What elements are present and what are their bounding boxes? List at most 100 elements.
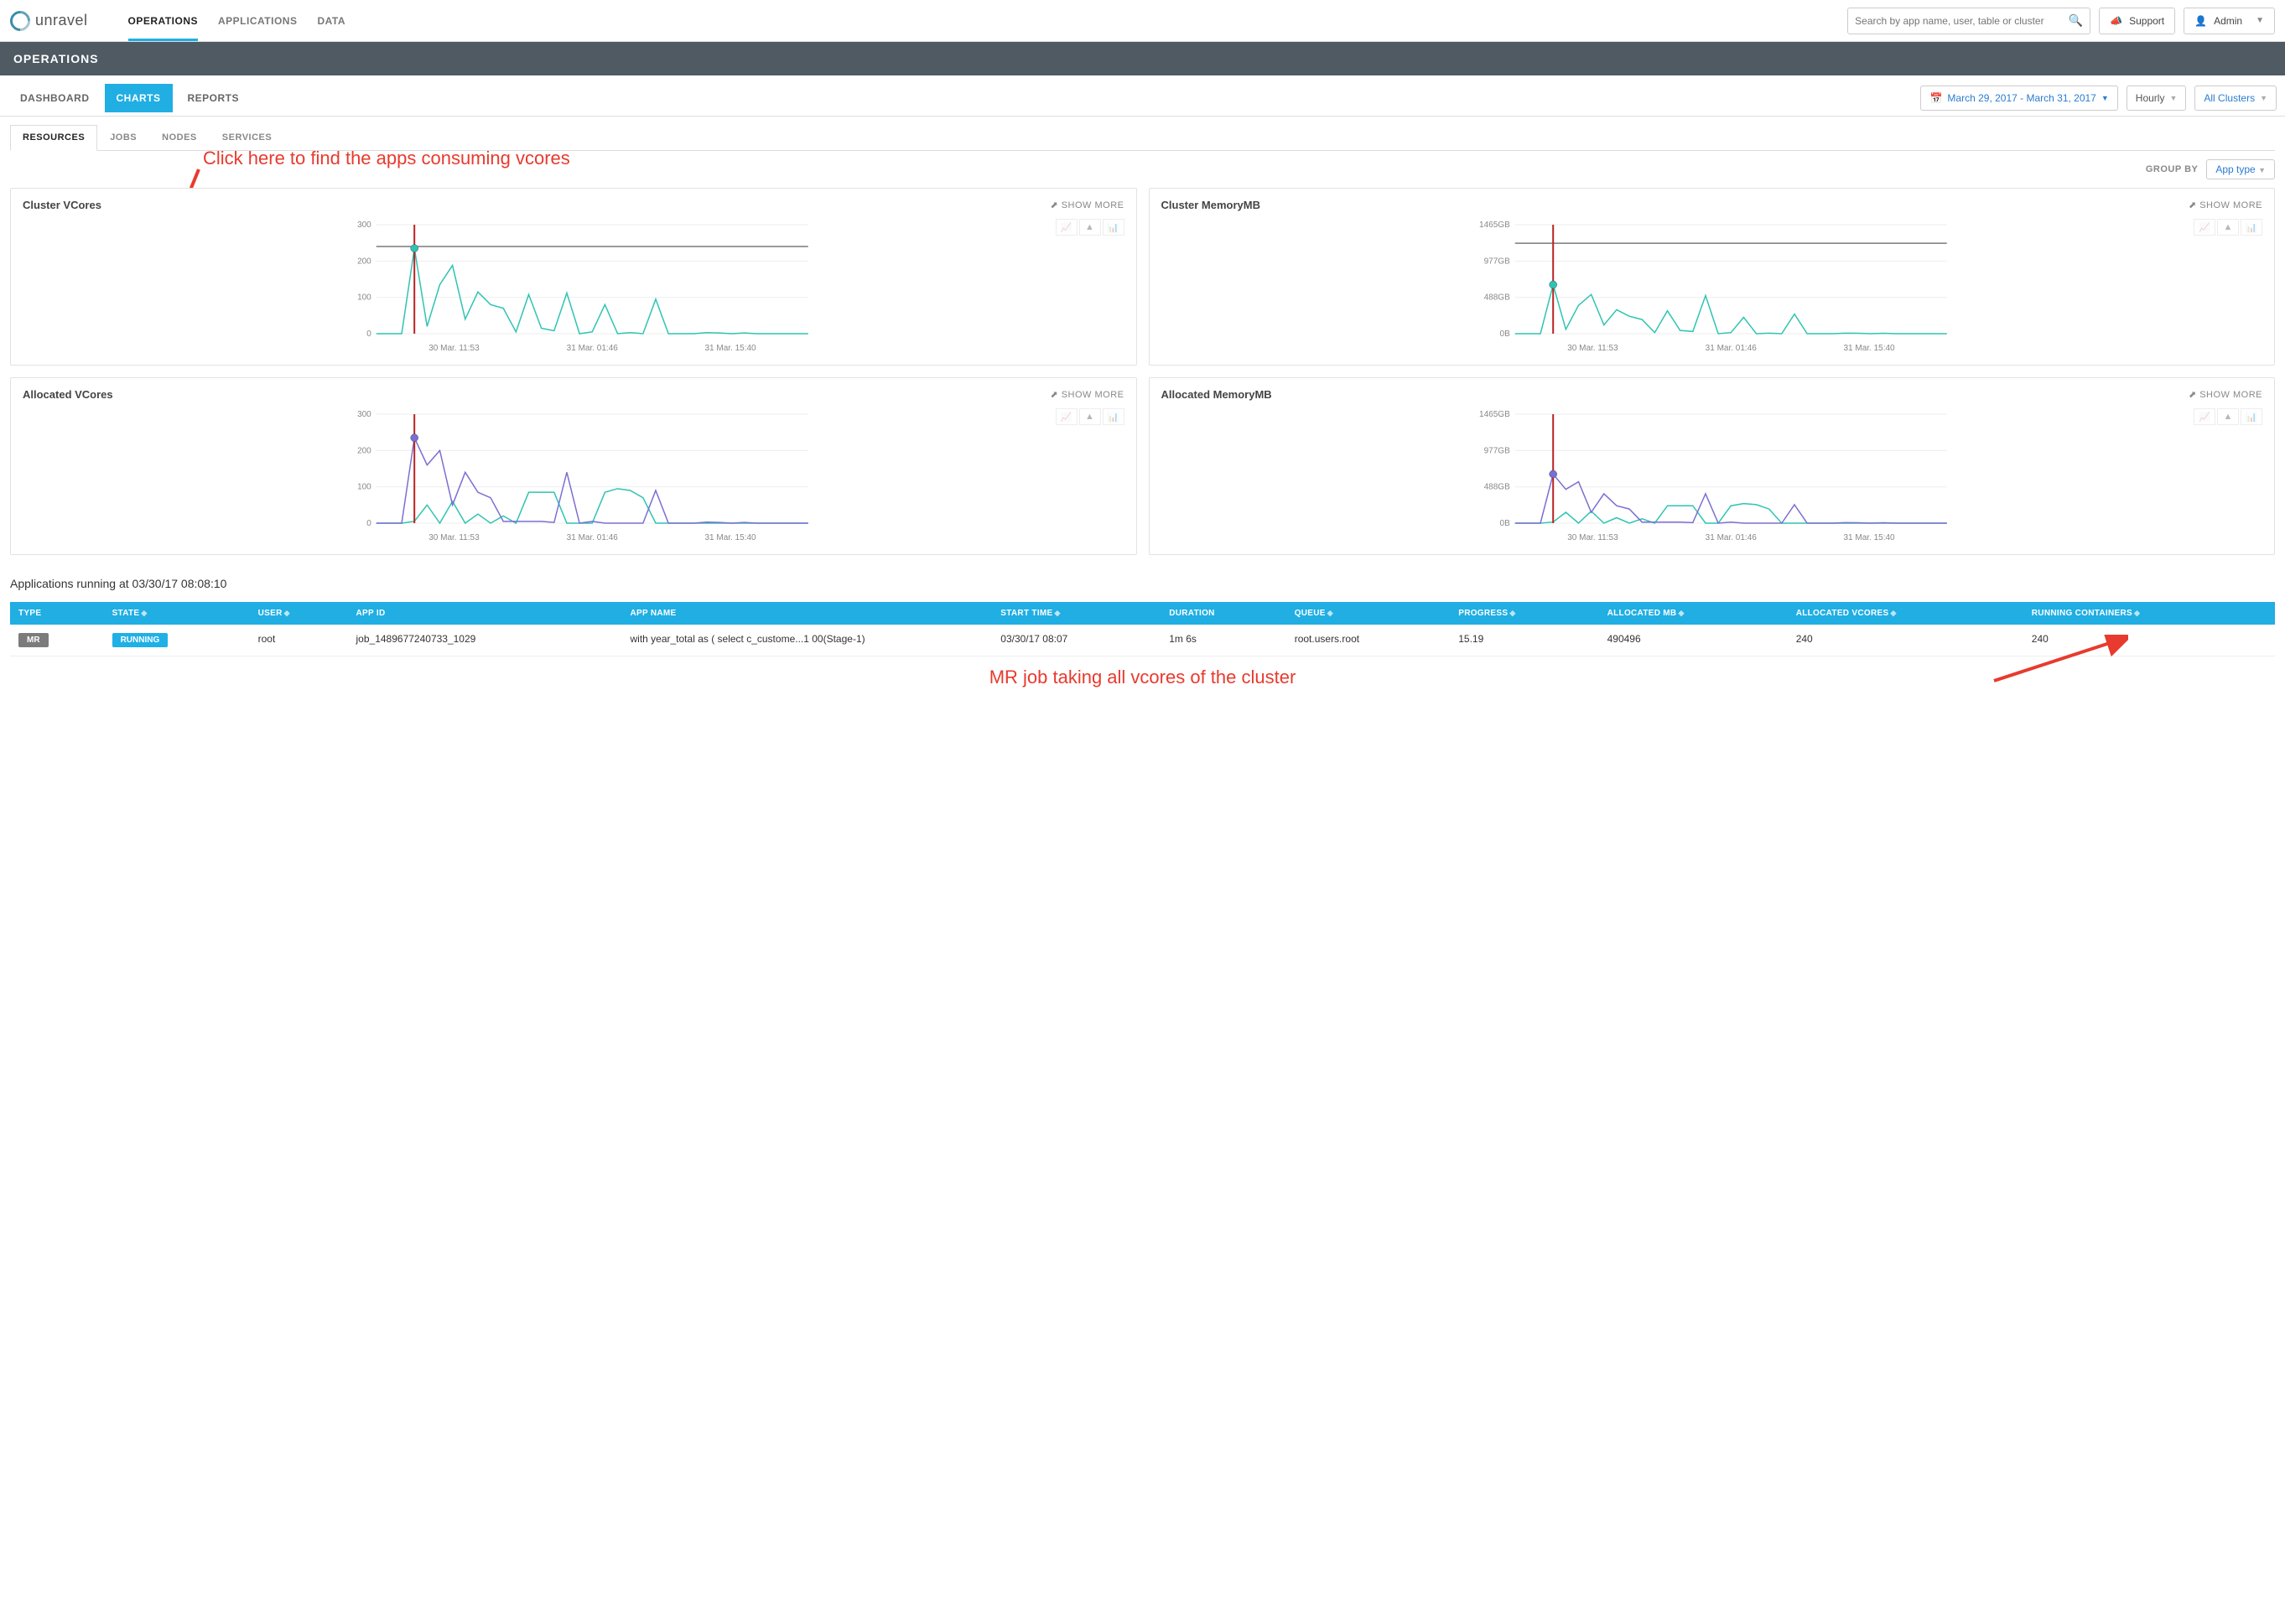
svg-text:488GB: 488GB — [1483, 293, 1509, 303]
admin-menu[interactable]: 👤 Admin ▼ — [2184, 8, 2275, 34]
line-icon: 📈 — [2194, 408, 2215, 425]
user-icon: 👤 — [2194, 15, 2207, 27]
area-icon: ▲ — [1079, 219, 1101, 236]
admin-label: Admin — [2214, 15, 2242, 27]
chart-svg[interactable]: 0B488GB977GB1465GB30 Mar. 11:5331 Mar. 0… — [1161, 404, 2263, 547]
chart-allocated-memory: Allocated MemoryMB⬈ SHOW MORE📈▲📊0B488GB9… — [1149, 377, 2276, 555]
col-appname[interactable]: APP NAME — [621, 602, 992, 625]
granularity-value: Hourly — [2136, 92, 2165, 104]
col-start[interactable]: START TIME◆ — [992, 602, 1161, 625]
cell-start: 03/30/17 08:07 — [992, 625, 1161, 656]
subtab-services[interactable]: SERVICES — [210, 125, 284, 150]
chart-cluster-vcores: Cluster VCores⬈ SHOW MORE📈▲📊010020030030… — [10, 188, 1137, 366]
support-button[interactable]: 📣 Support — [2099, 8, 2175, 34]
svg-text:1465GB: 1465GB — [1479, 410, 1510, 419]
svg-text:31 Mar. 01:46: 31 Mar. 01:46 — [567, 344, 619, 353]
topnav-applications[interactable]: APPLICATIONS — [218, 0, 297, 41]
calendar-icon: 📅 — [1929, 92, 1942, 104]
table-row[interactable]: MR RUNNING root job_1489677240733_1029 w… — [10, 625, 2275, 656]
cell-progress: 15.19 — [1450, 625, 1598, 656]
line-icon: 📈 — [2194, 219, 2215, 236]
col-queue[interactable]: QUEUE◆ — [1286, 602, 1451, 625]
cell-appname: with year_total as ( select c_custome...… — [621, 625, 992, 656]
tab-charts[interactable]: CHARTS — [105, 84, 173, 112]
col-allocmb[interactable]: ALLOCATED MB◆ — [1599, 602, 1788, 625]
tab-dashboard[interactable]: DASHBOARD — [8, 84, 101, 112]
chart-type-toggle[interactable]: 📈▲📊 — [1056, 219, 1124, 236]
col-duration[interactable]: DURATION — [1161, 602, 1285, 625]
svg-text:488GB: 488GB — [1483, 483, 1509, 492]
show-more-link[interactable]: ⬈ SHOW MORE — [2189, 200, 2262, 210]
subtab-resources[interactable]: RESOURCES — [10, 125, 97, 151]
line-icon: 📈 — [1056, 219, 1078, 236]
svg-text:31 Mar. 01:46: 31 Mar. 01:46 — [1705, 344, 1757, 353]
cluster-dropdown[interactable]: All Clusters ▼ — [2194, 86, 2277, 111]
chart-grid: Cluster VCores⬈ SHOW MORE📈▲📊010020030030… — [10, 188, 2275, 555]
chart-title: Cluster MemoryMB — [1161, 199, 1260, 211]
col-runcont[interactable]: RUNNING CONTAINERS◆ — [2023, 602, 2275, 625]
date-range-dropdown[interactable]: 📅 March 29, 2017 - March 31, 2017 ▼ — [1920, 86, 2117, 111]
group-by-dropdown[interactable]: App type ▼ — [2206, 159, 2275, 179]
arrow-icon — [1986, 635, 2128, 685]
col-type[interactable]: TYPE — [10, 602, 104, 625]
svg-text:100: 100 — [357, 483, 371, 492]
subtab-jobs[interactable]: JOBS — [97, 125, 149, 150]
show-more-link[interactable]: ⬈ SHOW MORE — [2189, 389, 2262, 400]
apps-table: TYPE STATE◆ USER◆ APP ID APP NAME START … — [10, 602, 2275, 656]
subtab-nodes[interactable]: NODES — [149, 125, 210, 150]
col-user[interactable]: USER◆ — [250, 602, 348, 625]
svg-text:31 Mar. 01:46: 31 Mar. 01:46 — [1705, 533, 1757, 542]
chart-type-toggle[interactable]: 📈▲📊 — [2194, 219, 2262, 236]
col-appid[interactable]: APP ID — [348, 602, 622, 625]
caret-down-icon: ▼ — [2258, 166, 2266, 174]
logo[interactable]: unravel — [10, 11, 88, 31]
chart-type-toggle[interactable]: 📈▲📊 — [2194, 408, 2262, 425]
topnav-data[interactable]: DATA — [317, 0, 345, 41]
group-by-value: App type — [2215, 163, 2255, 175]
caret-down-icon: ▼ — [2169, 94, 2177, 102]
svg-text:300: 300 — [357, 221, 371, 230]
svg-text:100: 100 — [357, 293, 371, 303]
granularity-dropdown[interactable]: Hourly ▼ — [2127, 86, 2187, 111]
show-more-link[interactable]: ⬈ SHOW MORE — [1050, 389, 1124, 400]
line-icon: 📈 — [1056, 408, 1078, 425]
caret-down-icon: ▼ — [2256, 16, 2264, 25]
show-more-link[interactable]: ⬈ SHOW MORE — [1050, 200, 1124, 210]
tab-reports[interactable]: REPORTS — [176, 84, 252, 112]
svg-text:200: 200 — [357, 446, 371, 455]
chart-type-toggle[interactable]: 📈▲📊 — [1056, 408, 1124, 425]
apps-heading: Applications running at 03/30/17 08:08:1… — [10, 577, 2275, 590]
col-state[interactable]: STATE◆ — [104, 602, 250, 625]
chart-title: Allocated MemoryMB — [1161, 388, 1272, 401]
svg-text:31 Mar. 15:40: 31 Mar. 15:40 — [704, 344, 756, 353]
svg-text:977GB: 977GB — [1483, 446, 1509, 455]
top-nav: OPERATIONS APPLICATIONS DATA — [128, 0, 345, 41]
caret-down-icon: ▼ — [2101, 94, 2109, 102]
svg-text:0: 0 — [366, 329, 371, 339]
chart-title: Allocated VCores — [23, 388, 113, 401]
chart-svg[interactable]: 0B488GB977GB1465GB30 Mar. 11:5331 Mar. 0… — [1161, 215, 2263, 357]
type-pill: MR — [18, 633, 49, 647]
top-right: 🔍 📣 Support 👤 Admin ▼ — [1847, 8, 2275, 34]
svg-text:31 Mar. 15:40: 31 Mar. 15:40 — [1843, 344, 1895, 353]
col-progress[interactable]: PROGRESS◆ — [1450, 602, 1598, 625]
chart-svg[interactable]: 010020030030 Mar. 11:5331 Mar. 01:4631 M… — [23, 215, 1124, 357]
svg-text:200: 200 — [357, 257, 371, 266]
topnav-operations[interactable]: OPERATIONS — [128, 0, 198, 41]
top-bar: unravel OPERATIONS APPLICATIONS DATA 🔍 📣… — [0, 0, 2285, 42]
bar-icon: 📊 — [2241, 408, 2262, 425]
state-pill: RUNNING — [112, 633, 169, 647]
svg-text:30 Mar. 11:53: 30 Mar. 11:53 — [1567, 344, 1618, 353]
search-box[interactable]: 🔍 — [1847, 8, 2090, 34]
search-icon[interactable]: 🔍 — [2069, 13, 2083, 28]
cell-duration: 1m 6s — [1161, 625, 1285, 656]
cell-allocmb: 490496 — [1599, 625, 1788, 656]
cluster-value: All Clusters — [2204, 92, 2255, 104]
annotation-1: GROUP BY App type ▼ Click here to find t… — [10, 151, 2275, 188]
chart-svg[interactable]: 010020030030 Mar. 11:5331 Mar. 01:4631 M… — [23, 404, 1124, 547]
search-input[interactable] — [1855, 15, 2069, 27]
svg-text:31 Mar. 01:46: 31 Mar. 01:46 — [567, 533, 619, 542]
bar-icon: 📊 — [1103, 408, 1124, 425]
svg-text:31 Mar. 15:40: 31 Mar. 15:40 — [704, 533, 756, 542]
col-allocvc[interactable]: ALLOCATED VCORES◆ — [1788, 602, 2023, 625]
